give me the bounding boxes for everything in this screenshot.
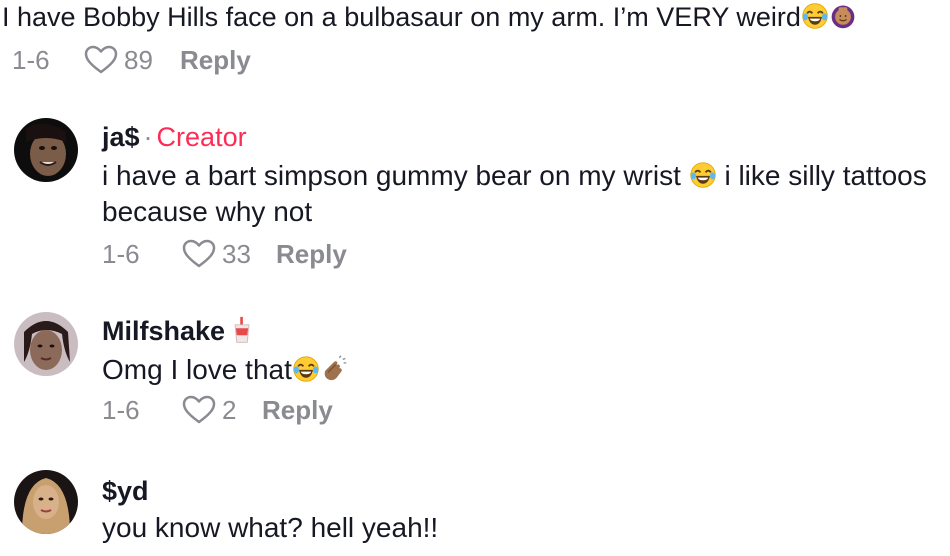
comment-meta: 1-6 33 Reply [102,236,930,272]
heart-icon [182,239,216,268]
avatar[interactable] [14,118,78,182]
like-count: 2 [222,394,237,425]
reply-button[interactable]: Reply [276,239,347,270]
username[interactable]: $yd [102,476,149,506]
laughing-tears-emoji [689,161,717,189]
username[interactable]: ja$ [102,122,140,152]
comments-list: I have Bobby Hills face on a bulbasaur o… [0,0,950,556]
avatar[interactable] [14,470,78,534]
comment-text: I have Bobby Hills face on a bulbasaur o… [2,2,801,32]
comment-date: 1-6 [102,238,140,269]
comment-header: $yd [102,474,930,508]
comment-text: i have a bart simpson gummy bear on my w… [102,160,681,191]
face-palm-emoji [829,2,857,30]
laughing-tears-emoji [292,355,320,383]
creator-badge: Creator [156,122,247,152]
laughing-tears-emoji [801,2,829,30]
comment-header: Milfshake [102,314,930,348]
like-button[interactable]: 33 [182,239,278,270]
comment-meta: 1-6 89 Reply [2,42,930,78]
like-button[interactable]: 89 [84,45,180,76]
like-button[interactable]: 2 [182,395,262,426]
reply-button[interactable]: Reply [262,395,333,426]
like-count: 89 [124,44,153,75]
milkshake-cup-emoji [228,316,256,344]
like-count: 33 [222,238,251,269]
avatar[interactable] [14,312,78,376]
comment-date: 1-6 [102,394,140,425]
comment-header: ja$ · Creator [102,120,930,154]
heart-icon [182,395,216,424]
clapping-hands-emoji [320,355,348,383]
reply-button[interactable]: Reply [180,45,251,76]
comment-text: you know what? hell yeah!! [102,512,439,543]
comment-meta: 1-6 2 Reply [102,392,930,428]
comment-text-wrap: Omg I love that [102,352,930,388]
username[interactable]: Milfshake [102,316,225,346]
separator-dot: · [143,122,153,152]
comment-text-wrap: I have Bobby Hills face on a bulbasaur o… [2,0,930,34]
comment-text-wrap: i have a bart simpson gummy bear on my w… [102,158,930,230]
comment-text-wrap: you know what? hell yeah!! [102,510,930,546]
comment-text: Omg I love that [102,354,292,385]
comment-date: 1-6 [12,44,50,75]
heart-icon [84,45,118,74]
